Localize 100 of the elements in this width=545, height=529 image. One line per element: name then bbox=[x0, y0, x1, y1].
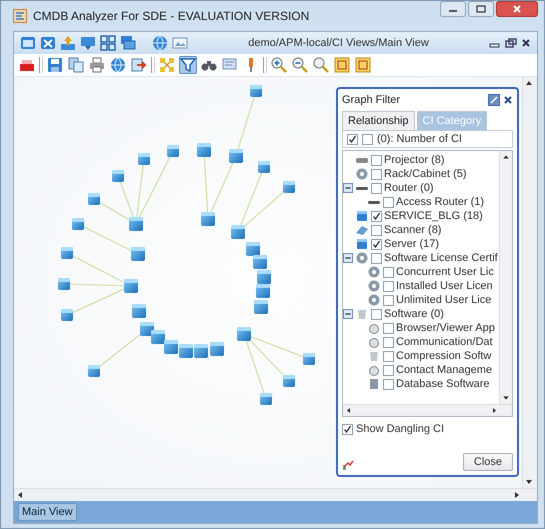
checkbox[interactable] bbox=[383, 280, 394, 292]
dock-icon[interactable] bbox=[488, 94, 500, 106]
checkbox[interactable] bbox=[383, 322, 394, 334]
server-node[interactable] bbox=[283, 181, 295, 193]
tab[interactable]: Relationship bbox=[342, 111, 415, 130]
checkbox[interactable] bbox=[383, 350, 394, 362]
copy-button[interactable] bbox=[67, 56, 85, 74]
zoom-in-button[interactable] bbox=[270, 56, 288, 74]
minimize-button[interactable] bbox=[440, 1, 466, 17]
server-node[interactable] bbox=[167, 145, 179, 157]
checkbox[interactable] bbox=[371, 154, 382, 166]
server-node[interactable] bbox=[303, 353, 315, 365]
checkbox[interactable] bbox=[371, 210, 382, 222]
collapse-icon[interactable] bbox=[343, 309, 353, 319]
printer-button[interactable] bbox=[88, 56, 106, 74]
server-node[interactable] bbox=[231, 225, 245, 239]
server-node[interactable] bbox=[138, 153, 150, 165]
globe-button[interactable] bbox=[109, 56, 127, 74]
select-all-checkbox[interactable] bbox=[347, 134, 358, 144]
globe-icon[interactable] bbox=[152, 35, 168, 51]
server-node[interactable] bbox=[246, 242, 260, 256]
close-icon bbox=[512, 5, 522, 13]
edge-line bbox=[100, 334, 140, 367]
help-icon bbox=[355, 168, 369, 180]
magnifier-button[interactable] bbox=[312, 56, 330, 74]
server-node[interactable] bbox=[229, 149, 243, 163]
server-node[interactable] bbox=[151, 330, 165, 344]
image-icon[interactable] bbox=[172, 35, 188, 51]
collapse-icon[interactable] bbox=[343, 253, 353, 263]
export-button[interactable] bbox=[130, 56, 148, 74]
checkbox[interactable] bbox=[383, 336, 394, 348]
server-node[interactable] bbox=[201, 212, 215, 226]
server-node[interactable] bbox=[256, 284, 270, 298]
vertical-scrollbar[interactable] bbox=[499, 151, 512, 404]
category-label: Communication/Dat bbox=[396, 336, 493, 348]
server-node[interactable] bbox=[250, 85, 262, 97]
checkbox[interactable] bbox=[371, 182, 382, 194]
checkbox[interactable] bbox=[371, 252, 382, 264]
fit-button[interactable] bbox=[333, 56, 351, 74]
grid-icon[interactable] bbox=[100, 35, 116, 51]
close-icon[interactable] bbox=[521, 38, 531, 48]
server-node[interactable] bbox=[237, 327, 251, 341]
checkbox[interactable] bbox=[383, 196, 394, 208]
fit-button[interactable] bbox=[354, 56, 372, 74]
view-path: demo/APM-local/CI Views/Main View bbox=[247, 37, 430, 49]
maximize-button[interactable] bbox=[468, 1, 494, 17]
server-node[interactable] bbox=[254, 300, 268, 314]
server-node[interactable] bbox=[179, 344, 193, 358]
windows-icon[interactable] bbox=[120, 35, 136, 51]
disc-icon bbox=[367, 322, 381, 334]
server-node[interactable] bbox=[253, 255, 267, 269]
server-node[interactable] bbox=[197, 143, 211, 157]
horizontal-scrollbar[interactable] bbox=[343, 404, 512, 416]
server-icon bbox=[355, 238, 369, 250]
server-node[interactable] bbox=[257, 270, 271, 284]
save-button[interactable] bbox=[46, 56, 64, 74]
server-node[interactable] bbox=[260, 393, 272, 405]
server-node[interactable] bbox=[61, 309, 73, 321]
checkbox[interactable] bbox=[383, 266, 394, 278]
server-node[interactable] bbox=[132, 304, 146, 318]
server-node[interactable] bbox=[88, 193, 100, 205]
checkbox[interactable] bbox=[383, 294, 394, 306]
server-node[interactable] bbox=[131, 247, 145, 261]
restore-icon[interactable] bbox=[505, 38, 517, 48]
server-node[interactable] bbox=[58, 278, 70, 290]
monitor-icon[interactable] bbox=[80, 35, 96, 51]
deselect-all-checkbox[interactable] bbox=[362, 134, 373, 144]
server-node[interactable] bbox=[112, 170, 124, 182]
vertical-scrollbar[interactable] bbox=[522, 77, 537, 488]
view-tab[interactable]: Main View bbox=[18, 503, 77, 521]
zoom-out-button[interactable] bbox=[291, 56, 309, 74]
checkbox[interactable] bbox=[371, 308, 382, 320]
server-node[interactable] bbox=[194, 344, 208, 358]
horizontal-scrollbar[interactable] bbox=[14, 488, 537, 501]
filter-button[interactable] bbox=[179, 56, 197, 74]
tray-icon[interactable] bbox=[60, 35, 76, 51]
checkbox[interactable] bbox=[371, 238, 382, 250]
server-node[interactable] bbox=[61, 247, 73, 259]
show-dangling-checkbox[interactable] bbox=[342, 424, 353, 434]
chart-icon bbox=[342, 459, 354, 471]
server-node[interactable] bbox=[124, 279, 138, 293]
server-node[interactable] bbox=[140, 322, 154, 336]
close-icon[interactable] bbox=[503, 95, 513, 105]
server-node[interactable] bbox=[210, 342, 224, 356]
window-icon[interactable] bbox=[20, 35, 36, 51]
server-node[interactable] bbox=[258, 161, 270, 173]
checkbox[interactable] bbox=[383, 378, 394, 390]
server-node[interactable] bbox=[72, 218, 84, 230]
checkbox[interactable] bbox=[371, 168, 382, 180]
window-icon[interactable] bbox=[40, 35, 56, 51]
close-button[interactable] bbox=[496, 1, 538, 17]
checkbox[interactable] bbox=[383, 364, 394, 376]
server-node[interactable] bbox=[283, 375, 295, 387]
server-node[interactable] bbox=[88, 365, 100, 377]
layout-button[interactable] bbox=[158, 56, 176, 74]
collapse-icon[interactable] bbox=[343, 183, 353, 193]
checkbox[interactable] bbox=[371, 224, 382, 236]
server-node[interactable] bbox=[129, 217, 143, 231]
close-button[interactable]: Close bbox=[462, 453, 513, 471]
server-node[interactable] bbox=[164, 340, 178, 354]
